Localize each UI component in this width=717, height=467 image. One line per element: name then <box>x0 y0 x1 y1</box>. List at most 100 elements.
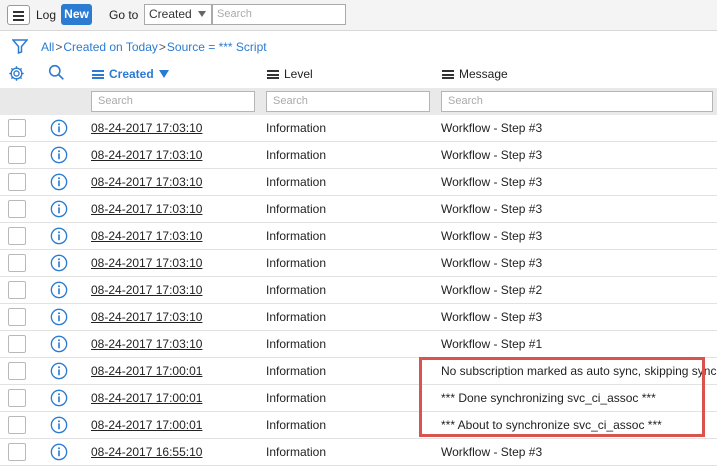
info-icon[interactable] <box>50 254 68 272</box>
created-link[interactable]: 08-24-2017 17:03:10 <box>91 337 202 351</box>
column-menu-icon[interactable] <box>442 70 454 79</box>
created-link[interactable]: 08-24-2017 17:03:10 <box>91 175 202 189</box>
breadcrumb-separator: > <box>158 40 166 54</box>
message-search-input[interactable]: Search <box>441 91 713 112</box>
level-cell: Information <box>266 283 327 297</box>
created-link[interactable]: 08-24-2017 17:00:01 <box>91 418 202 432</box>
created-link[interactable]: 08-24-2017 17:00:01 <box>91 364 202 378</box>
breadcrumb-separator: > <box>55 40 63 54</box>
chevron-down-icon <box>198 11 206 17</box>
search-icon[interactable] <box>48 64 65 81</box>
goto-field-select[interactable]: Created <box>144 4 212 25</box>
row-checkbox[interactable] <box>8 281 26 299</box>
gear-icon[interactable] <box>8 65 25 82</box>
new-button[interactable]: New <box>61 4 92 25</box>
level-cell: Information <box>266 445 327 459</box>
row-checkbox[interactable] <box>8 362 26 380</box>
level-cell: Information <box>266 418 327 432</box>
row-checkbox[interactable] <box>8 173 26 191</box>
menu-icon <box>13 11 24 13</box>
table-row[interactable]: 08-24-2017 17:00:01 Information *** Done… <box>0 385 717 412</box>
table-row[interactable]: 08-24-2017 16:55:10 Information Workflow… <box>0 439 717 466</box>
message-cell: Workflow - Step #2 <box>441 283 543 297</box>
level-cell: Information <box>266 364 327 378</box>
column-search-row: Search Search Search <box>0 88 717 116</box>
level-cell: Information <box>266 310 327 324</box>
row-checkbox[interactable] <box>8 200 26 218</box>
row-checkbox[interactable] <box>8 254 26 272</box>
row-checkbox[interactable] <box>8 146 26 164</box>
row-checkbox[interactable] <box>8 227 26 245</box>
table-row[interactable]: 08-24-2017 17:03:10 Information Workflow… <box>0 277 717 304</box>
info-icon[interactable] <box>50 389 68 407</box>
row-checkbox[interactable] <box>8 119 26 137</box>
created-link[interactable]: 08-24-2017 16:55:10 <box>91 445 202 459</box>
breadcrumb-filter-created[interactable]: Created on Today <box>63 40 158 54</box>
column-header-level[interactable]: Level <box>267 67 313 81</box>
filter-icon[interactable] <box>12 39 28 54</box>
row-checkbox[interactable] <box>8 443 26 461</box>
breadcrumb: All>Created on Today>Source = *** Script <box>41 40 267 54</box>
log-table-body: 08-24-2017 17:03:10 Information Workflow… <box>0 115 717 466</box>
info-icon[interactable] <box>50 443 68 461</box>
hamburger-menu-button[interactable] <box>7 5 30 25</box>
created-search-input[interactable]: Search <box>91 91 255 112</box>
info-icon[interactable] <box>50 362 68 380</box>
info-icon[interactable] <box>50 146 68 164</box>
created-link[interactable]: 08-24-2017 17:03:10 <box>91 256 202 270</box>
created-link[interactable]: 08-24-2017 17:03:10 <box>91 148 202 162</box>
table-row[interactable]: 08-24-2017 17:03:10 Information Workflow… <box>0 223 717 250</box>
filter-breadcrumb-row: All>Created on Today>Source = *** Script <box>0 31 717 61</box>
message-cell: Workflow - Step #3 <box>441 121 543 135</box>
created-link[interactable]: 08-24-2017 17:03:10 <box>91 229 202 243</box>
column-menu-icon[interactable] <box>92 70 104 79</box>
level-cell: Information <box>266 391 327 405</box>
created-link[interactable]: 08-24-2017 17:00:01 <box>91 391 202 405</box>
column-header-created[interactable]: Created <box>92 67 169 81</box>
level-search-input[interactable]: Search <box>266 91 430 112</box>
level-cell: Information <box>266 175 327 189</box>
message-cell: Workflow - Step #3 <box>441 202 543 216</box>
created-link[interactable]: 08-24-2017 17:03:10 <box>91 121 202 135</box>
table-row[interactable]: 08-24-2017 17:03:10 Information Workflow… <box>0 331 717 358</box>
info-icon[interactable] <box>50 335 68 353</box>
message-cell: Workflow - Step #3 <box>441 229 543 243</box>
created-link[interactable]: 08-24-2017 17:03:10 <box>91 310 202 324</box>
table-row[interactable]: 08-24-2017 17:00:01 Information No subsc… <box>0 358 717 385</box>
table-row[interactable]: 08-24-2017 17:03:10 Information Workflow… <box>0 142 717 169</box>
table-row[interactable]: 08-24-2017 17:03:10 Information Workflow… <box>0 250 717 277</box>
message-cell: Workflow - Step #1 <box>441 337 543 351</box>
message-cell: Workflow - Step #3 <box>441 175 543 189</box>
row-checkbox[interactable] <box>8 389 26 407</box>
breadcrumb-all[interactable]: All <box>41 40 54 54</box>
message-cell: Workflow - Step #3 <box>441 310 543 324</box>
column-menu-icon[interactable] <box>267 70 279 79</box>
created-link[interactable]: 08-24-2017 17:03:10 <box>91 202 202 216</box>
info-icon[interactable] <box>50 119 68 137</box>
info-icon[interactable] <box>50 416 68 434</box>
table-row[interactable]: 08-24-2017 17:00:01 Information *** Abou… <box>0 412 717 439</box>
level-cell: Information <box>266 256 327 270</box>
table-row[interactable]: 08-24-2017 17:03:10 Information Workflow… <box>0 169 717 196</box>
info-icon[interactable] <box>50 173 68 191</box>
info-icon[interactable] <box>50 227 68 245</box>
message-cell: *** Done synchronizing svc_ci_assoc *** <box>441 391 656 405</box>
row-checkbox[interactable] <box>8 335 26 353</box>
created-link[interactable]: 08-24-2017 17:03:10 <box>91 283 202 297</box>
info-icon[interactable] <box>50 308 68 326</box>
table-row[interactable]: 08-24-2017 17:03:10 Information Workflow… <box>0 304 717 331</box>
table-row[interactable]: 08-24-2017 17:03:10 Information Workflow… <box>0 196 717 223</box>
breadcrumb-filter-source[interactable]: Source = *** Script <box>167 40 267 54</box>
goto-label: Go to <box>109 8 139 22</box>
sort-descending-icon <box>158 70 169 78</box>
table-row[interactable]: 08-24-2017 17:03:10 Information Workflow… <box>0 115 717 142</box>
row-checkbox[interactable] <box>8 416 26 434</box>
level-cell: Information <box>266 148 327 162</box>
info-icon[interactable] <box>50 281 68 299</box>
goto-field-value: Created <box>149 7 192 21</box>
column-header-message[interactable]: Message <box>442 67 508 81</box>
goto-search-input[interactable]: Search <box>212 4 346 25</box>
row-checkbox[interactable] <box>8 308 26 326</box>
info-icon[interactable] <box>50 200 68 218</box>
level-cell: Information <box>266 202 327 216</box>
